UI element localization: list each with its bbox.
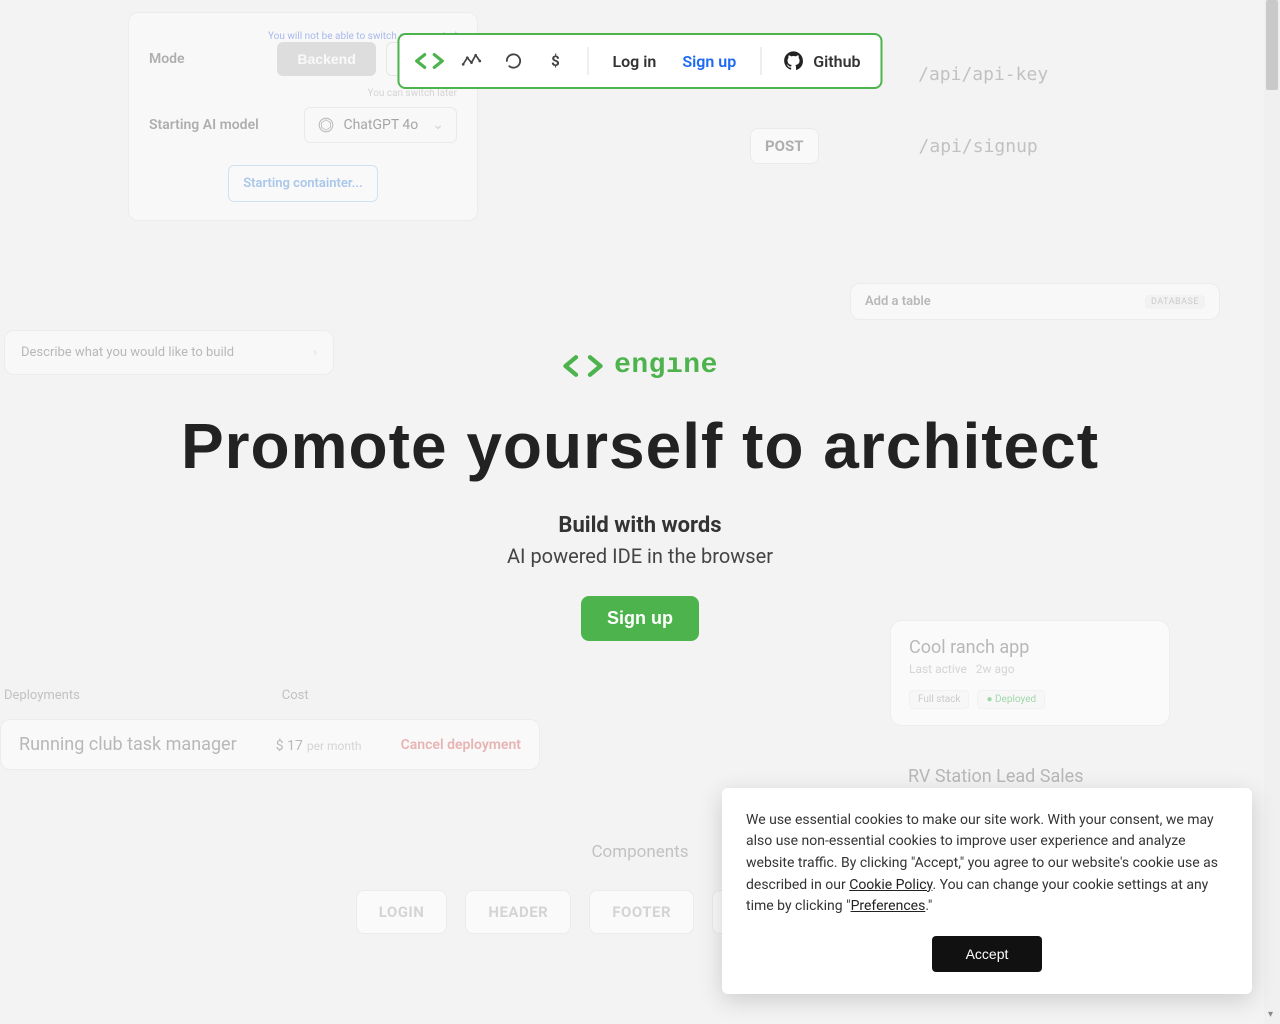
component-chip-header[interactable]: HEADER: [465, 890, 571, 934]
svg-text:$: $: [551, 52, 560, 70]
hero-subtitle-2: AI powered IDE in the browser: [0, 544, 1280, 568]
database-badge: DATABASE: [1145, 295, 1205, 309]
http-method-badge: POST: [750, 128, 819, 164]
nav-divider: [760, 47, 761, 75]
deployments-header: Deployments: [4, 688, 80, 703]
deployment-name: Running club task manager: [19, 734, 237, 755]
api-endpoint-row: POST /api/signup: [750, 128, 1038, 164]
hero-subtitle-1: Build with words: [0, 513, 1280, 538]
cancel-deployment-button[interactable]: Cancel deployment: [401, 737, 521, 753]
cookie-banner: We use essential cookies to make our sit…: [722, 788, 1252, 994]
nav-divider: [587, 47, 588, 75]
starting-container-button[interactable]: Starting containter...: [228, 165, 377, 202]
fullstack-chip: Full stack: [909, 690, 969, 709]
deployment-cost: $ 17: [276, 738, 303, 754]
ai-model-select[interactable]: ChatGPT 4o ⌄: [304, 107, 457, 143]
hero-headline: Promote yourself to architect: [0, 409, 1280, 483]
github-label: Github: [813, 52, 860, 71]
hero-section: engıne Promote yourself to architect Bui…: [0, 350, 1280, 641]
app-name: RV Station Lead Sales: [908, 766, 1152, 787]
app-card[interactable]: Cool ranch app Last active 2w ago Full s…: [890, 620, 1170, 726]
component-chip-login[interactable]: LOGIN: [356, 890, 448, 934]
chevron-down-icon: ⌄: [432, 117, 444, 133]
cost-header: Cost: [282, 688, 309, 703]
login-link[interactable]: Log in: [604, 46, 664, 77]
deployment-period: per month: [307, 739, 362, 753]
switch-later-text: You can switch later: [149, 88, 457, 99]
cookie-text: We use essential cookies to make our sit…: [746, 810, 1228, 918]
ai-model-value: ChatGPT 4o: [343, 117, 418, 133]
mode-label: Mode: [149, 51, 185, 67]
brand-name: engıne: [614, 350, 718, 381]
endpoint-path: /api/api-key: [918, 64, 1048, 85]
hero-signup-button[interactable]: Sign up: [581, 596, 699, 641]
openai-icon: [317, 116, 335, 134]
app-meta: Last active 2w ago: [909, 662, 1151, 676]
endpoint-path: /api/signup: [919, 136, 1038, 157]
scrollbar-down-arrow[interactable]: ▾: [1268, 1009, 1273, 1020]
preferences-link[interactable]: Preferences: [851, 898, 926, 914]
refresh-icon[interactable]: [497, 45, 529, 77]
app-name: Cool ranch app: [909, 637, 1151, 658]
backend-mode-button[interactable]: Backend: [277, 42, 375, 76]
logo-mark-icon: [562, 352, 604, 380]
deployment-card[interactable]: Running club task manager $ 17 per month…: [0, 719, 540, 770]
app-card[interactable]: RV Station Lead Sales: [890, 750, 1170, 791]
cookie-policy-link[interactable]: Cookie Policy: [849, 877, 932, 893]
ai-model-label: Starting AI model: [149, 117, 259, 133]
logo-icon[interactable]: [413, 45, 445, 77]
activity-icon[interactable]: [455, 45, 487, 77]
brand-logo: engıne: [0, 350, 1280, 381]
dollar-icon[interactable]: $: [539, 45, 571, 77]
github-link[interactable]: Github: [777, 51, 866, 71]
top-nav: $ Log in Sign up Github: [397, 33, 882, 89]
github-icon: [783, 51, 803, 71]
add-table-label: Add a table: [865, 294, 931, 309]
add-table-card[interactable]: Add a table DATABASE: [850, 283, 1220, 320]
signup-link[interactable]: Sign up: [674, 46, 744, 77]
deployed-chip: ● Deployed: [977, 690, 1045, 709]
deployments-section: Deployments Cost Running club task manag…: [0, 688, 540, 770]
scrollbar-thumb[interactable]: [1266, 0, 1278, 90]
component-chip-footer[interactable]: FOOTER: [589, 890, 694, 934]
accept-cookies-button[interactable]: Accept: [932, 936, 1043, 972]
